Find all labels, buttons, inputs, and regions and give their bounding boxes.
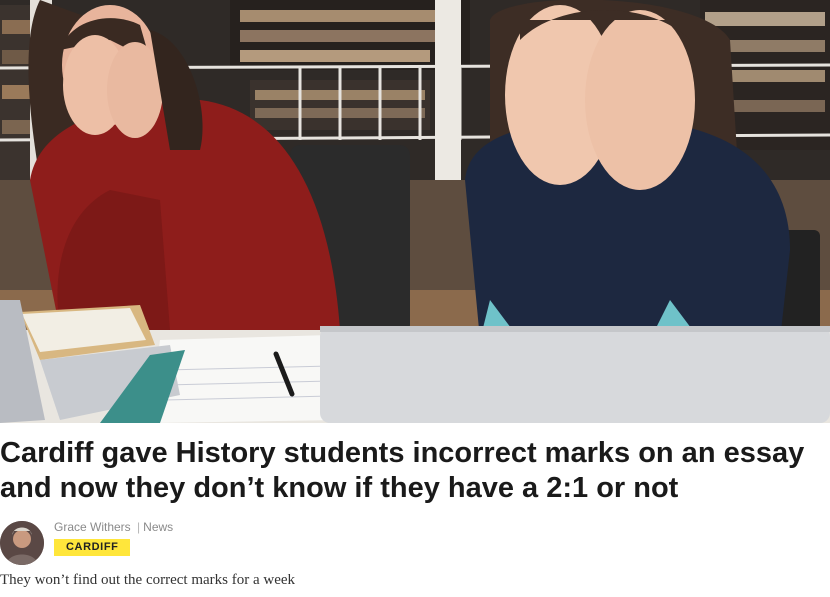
section-link[interactable]: News: [143, 520, 173, 534]
location-tag-badge[interactable]: CARDIFF: [54, 539, 131, 556]
article-headline[interactable]: Cardiff gave History students incorrect …: [0, 436, 820, 506]
laptop-right: [320, 326, 830, 423]
byline: Grace Withers | News CARDIFF: [0, 518, 830, 568]
avatar-icon: [0, 521, 44, 565]
hero-image: [0, 0, 830, 423]
author-name[interactable]: Grace Withers: [54, 520, 131, 534]
byline-separator: |: [137, 520, 141, 534]
hero-photo-illustration: [0, 0, 830, 423]
author-avatar[interactable]: [0, 521, 44, 565]
paper-notes: [150, 335, 340, 423]
article-standfirst: They won’t find out the correct marks fo…: [0, 572, 296, 588]
